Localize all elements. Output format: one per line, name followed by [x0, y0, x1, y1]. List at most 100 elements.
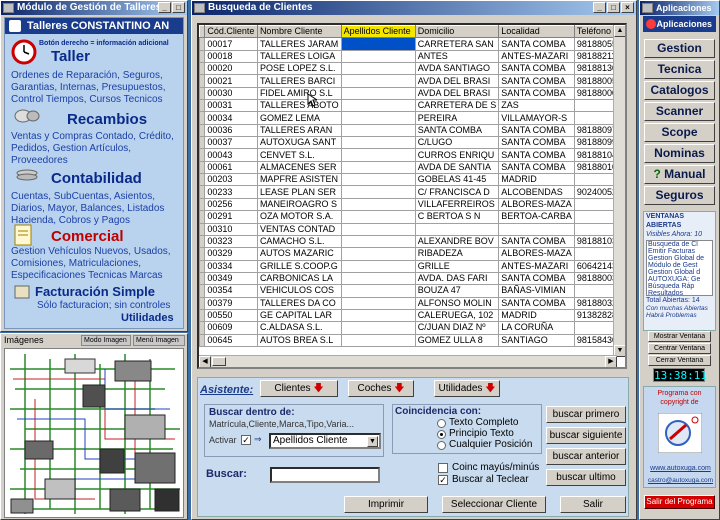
table-cell[interactable]: CALERUEGA, 102	[414, 308, 500, 323]
table-cell[interactable]	[340, 333, 416, 347]
table-cell[interactable]: C.ALDASA S.L.	[256, 321, 342, 335]
chevron-down-icon[interactable]: ▼	[367, 436, 378, 447]
table-cell[interactable]: 00203	[204, 173, 258, 187]
table-cell[interactable]	[340, 210, 416, 224]
table-cell[interactable]: PEREIRA	[414, 111, 500, 125]
table-cell[interactable]	[340, 86, 416, 101]
table-cell[interactable]	[340, 136, 416, 150]
menu-catalogos-button[interactable]: Catalogos	[644, 81, 715, 100]
table-cell[interactable]	[340, 222, 416, 236]
scroll-up-icon[interactable]: ▲	[614, 25, 625, 37]
table-cell[interactable]: SANTIAGO	[498, 333, 575, 347]
table-cell[interactable]: SANTA COMBA	[414, 123, 500, 138]
table-cell[interactable]: LA CORUÑA	[498, 321, 575, 335]
table-cell[interactable]: ALBORES-MAZA	[498, 247, 575, 261]
wiring-diagram-image[interactable]	[4, 348, 184, 518]
table-cell[interactable]	[340, 247, 416, 261]
menu-seguros-button[interactable]: Seguros	[644, 186, 715, 205]
table-cell[interactable]	[340, 321, 416, 335]
table-cell[interactable]: VENTAS CONTAD	[256, 222, 342, 236]
menu-scope-button[interactable]: Scope	[644, 123, 715, 142]
table-cell[interactable]: AVDA SANTIAGO	[414, 62, 500, 76]
table-cell[interactable]: SANTA COMBA	[498, 136, 575, 150]
chk-mayus-minus-label[interactable]: Coinc mayús/minús	[452, 462, 539, 473]
table-cell[interactable]: GOMEZ LEMA	[256, 111, 342, 125]
table-cell[interactable]: AVDA DEL BRASI	[414, 74, 500, 88]
table-cell[interactable]: CARBONICAS LA	[256, 271, 342, 286]
menu-tecnica-button[interactable]: Tecnica	[644, 60, 715, 79]
tab-utilidades[interactable]: Utilidades 🡇	[434, 380, 500, 397]
table-cell[interactable]: VILLAMAYOR-S	[498, 111, 575, 125]
modulo-titlebar[interactable]: Módulo de Gestión de Talleres _ □	[1, 1, 187, 15]
minimize-button[interactable]: _	[158, 2, 171, 13]
table-cell[interactable]: SANTA COMBA	[498, 37, 575, 51]
table-cell[interactable]: MAPFRE ASISTEN	[256, 173, 342, 187]
table-cell[interactable]: ZAS	[498, 99, 575, 113]
table-cell[interactable]: 00334	[204, 259, 258, 273]
aplicaciones-titlebar[interactable]: Aplicaciones	[640, 1, 719, 15]
table-row[interactable]: 00061 ALMACENES SER AVDA DE SANTIA SANTA CO…	[199, 160, 625, 175]
table-cell[interactable]: OZA MOTOR S.A.	[256, 210, 342, 224]
website-link[interactable]: www.autoxuga.com	[646, 465, 715, 472]
table-cell[interactable]: 00021	[204, 74, 258, 88]
table-cell[interactable]: GOMEZ ULLA 8	[414, 333, 500, 347]
table-row[interactable]: 00334 GRILLE S.COOP.G GRILLE ANTES-MAZARI 60…	[199, 259, 625, 273]
imprimir-button[interactable]: Imprimir	[344, 496, 428, 513]
table-cell[interactable]: ANTES-MAZARI	[498, 49, 575, 64]
minimize-button[interactable]: _	[593, 2, 606, 13]
table-cell[interactable]: 00323	[204, 234, 258, 249]
ventana-item[interactable]: Emitir Facturas	[647, 248, 712, 255]
table-cell[interactable]: GE CAPITAL LAR	[256, 308, 342, 323]
table-cell[interactable]: ANTES	[414, 49, 500, 64]
scroll-thumb[interactable]	[212, 357, 226, 366]
field-select[interactable]: Apellidos Cliente ▼	[269, 433, 381, 449]
mostrar-ventana-button[interactable]: Mostrar Ventana	[648, 331, 711, 342]
table-cell[interactable]	[340, 308, 416, 323]
table-cell[interactable]: AVDA DE SANTIA	[414, 160, 500, 175]
table-cell[interactable]: VEHICULOS COS	[256, 284, 342, 298]
table-row[interactable]: 00609 C.ALDASA S.L. C/JUAN DIAZ Nº LA CORUÑ…	[199, 321, 625, 335]
table-row[interactable]: 00036 TALLERES ARAN SANTA COMBA SANTA COMBA…	[199, 123, 625, 138]
cerrar-ventana-button[interactable]: Cerrar Ventana	[648, 355, 711, 366]
ventanas-list[interactable]: Busqueda de Cl Emitir Facturas Gestion Glo…	[646, 240, 713, 296]
table-cell[interactable]: ANTES-MAZARI	[498, 259, 575, 273]
table-cell[interactable]: 00645	[204, 333, 258, 347]
table-cell[interactable]: 00017	[204, 37, 258, 51]
table-cell[interactable]: CARRETERA DE S	[414, 99, 500, 113]
utilidades-link[interactable]: Utilidades	[121, 312, 174, 324]
buscar-ultimo-button[interactable]: buscar ultimo	[546, 469, 626, 486]
table-row[interactable]: 00034 GOMEZ LEMA PEREIRA VILLAMAYOR-S	[199, 111, 625, 125]
table-cell[interactable]: SANTA COMBA	[498, 86, 575, 101]
table-cell[interactable]: CURROS ENRIQU	[414, 148, 500, 162]
table-cell[interactable]: ALCOBENDAS	[498, 185, 575, 199]
chk-buscar-teclear[interactable]: ✓	[438, 475, 448, 485]
table-cell[interactable]	[340, 148, 416, 162]
scroll-left-icon[interactable]: ◀	[199, 356, 211, 367]
table-cell[interactable]: 00018	[204, 49, 258, 64]
table-cell[interactable]	[340, 62, 416, 76]
tab-clientes[interactable]: Clientes 🡇	[260, 380, 338, 397]
table-cell[interactable]: FIDEL AMIRO S.L	[256, 86, 342, 101]
table-row[interactable]: 00233 LEASE PLAN SER C/ FRANCISCA D ALCOBEN…	[199, 185, 625, 199]
table-cell[interactable]: 00256	[204, 197, 258, 212]
table-cell[interactable]: C/LUGO	[414, 136, 500, 150]
table-cell[interactable]: SANTA COMBA	[498, 62, 575, 76]
table-cell[interactable]: ALBORES-MAZA	[498, 197, 575, 212]
table-cell[interactable]	[340, 271, 416, 286]
menu-nominas-button[interactable]: Nominas	[644, 144, 715, 163]
table-cell[interactable]: C/ FRANCISCA D	[414, 185, 500, 199]
table-cell[interactable]: C BERTOA S N	[414, 210, 500, 224]
buscar-input[interactable]	[270, 467, 380, 483]
table-cell[interactable]: SANTA COMBA	[498, 296, 575, 310]
table-cell[interactable]: GOBELAS 41-45	[414, 173, 500, 187]
horizontal-scrollbar[interactable]: ◀ ▶	[199, 355, 617, 367]
chk-mayus-minus[interactable]	[438, 463, 448, 473]
image-menu-select[interactable]: Menú Imagen	[133, 335, 185, 346]
table-row[interactable]: 00354 VEHICULOS COS BOUZA 47 BAÑAS-VIMIAN	[199, 284, 625, 298]
table-cell[interactable]: C/JUAN DIAZ Nº	[414, 321, 500, 335]
table-cell[interactable]: BERTOA-CARBA	[498, 210, 575, 224]
table-cell[interactable]: SANTA COMBA	[498, 148, 575, 162]
table-cell[interactable]	[340, 296, 416, 310]
table-cell[interactable]: ALEXANDRE BOV	[414, 234, 500, 249]
table-cell[interactable]: AUTOXUGA SANT	[256, 136, 342, 150]
